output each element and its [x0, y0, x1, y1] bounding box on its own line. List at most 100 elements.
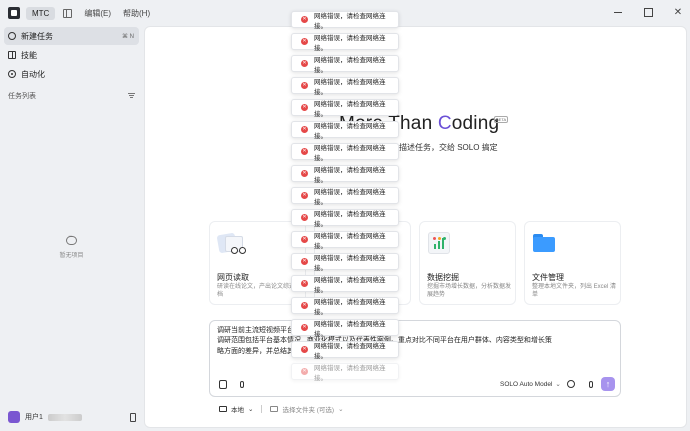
toast-message: 网络错误，请检查网络连接。 [314, 232, 386, 250]
error-icon: ✕ [301, 126, 308, 133]
error-icon: ✕ [301, 368, 308, 375]
menu-edit[interactable]: 编辑(E) [84, 8, 111, 19]
error-toast[interactable]: ✕ 网络错误，请检查网络连接。 [291, 121, 399, 140]
error-toast[interactable]: ✕ 网络错误，请检查网络连接。 [291, 11, 399, 30]
voice-icon[interactable] [237, 379, 247, 389]
user-row[interactable]: 用户1 [8, 411, 136, 423]
folder-icon [533, 234, 555, 252]
error-toast[interactable]: ✕ 网络错误，请检查网络连接。 [291, 231, 399, 250]
phone-icon[interactable] [130, 412, 136, 422]
card-desc: 整理本地文件夹，列出 Excel 清单 [532, 284, 617, 298]
minimize-button[interactable] [612, 6, 624, 18]
card-file-manage[interactable]: 文件管理 整理本地文件夹，列出 Excel 清单 [524, 221, 621, 305]
error-toast[interactable]: ✕ 网络错误，请检查网络连接。 [291, 319, 399, 338]
error-icon: ✕ [301, 324, 308, 331]
prompt-input[interactable]: 调研当前主流短视频平台的...汇报的 PPT。 调研范围包括平台基本情况...商… [217, 326, 615, 357]
chevron-down-icon: ⌄ [338, 406, 344, 413]
toast-message: 网络错误，请检查网络连接。 [314, 166, 386, 184]
task-list-header: 任务列表 [0, 91, 143, 101]
error-icon: ✕ [301, 280, 308, 287]
chevron-down-icon: ⌄ [248, 406, 254, 413]
toast-message: 网络错误，请检查网络连接。 [314, 298, 386, 316]
attach-icon[interactable] [219, 380, 227, 389]
error-toast[interactable]: ✕ 网络错误，请检查网络连接。 [291, 209, 399, 228]
toast-message: 网络错误，请检查网络连接。 [314, 276, 386, 294]
redacted-text [47, 413, 82, 421]
location-select[interactable]: 本地 [231, 404, 244, 414]
chat-mode-icon[interactable] [567, 380, 575, 388]
error-toast[interactable]: ✕ 网络错误，请检查网络连接。 [291, 33, 399, 52]
prompt-line: 调研当前主流短视频平台的...汇报的 PPT。 [217, 327, 351, 334]
model-label: SOLO Auto Model [500, 381, 553, 388]
prompt-line: 调研范围包括平台基本情况...商业化模式以及代表性案例。重点对比不同平台在用户群… [217, 336, 615, 346]
card-desc: 挖掘市场增长数据，分析数据发展趋势 [427, 284, 512, 298]
maximize-button[interactable] [642, 6, 654, 18]
error-toast[interactable]: ✕ 网络错误，请检查网络连接。 [291, 297, 399, 316]
toast-message: 网络错误，请检查网络连接。 [314, 56, 386, 74]
error-icon: ✕ [301, 104, 308, 111]
error-icon: ✕ [301, 258, 308, 265]
error-icon: ✕ [301, 16, 308, 23]
card-title: 文件管理 [532, 273, 564, 282]
close-button[interactable]: ✕ [672, 6, 684, 18]
user-name: 用户1 [25, 414, 43, 421]
error-toast[interactable]: ✕ 网络错误，请检查网络连接。 [291, 363, 399, 382]
prompt-composer[interactable]: 调研当前主流短视频平台的...汇报的 PPT。 调研范围包括平台基本情况...商… [209, 320, 621, 397]
error-icon: ✕ [301, 346, 308, 353]
error-icon: ✕ [301, 302, 308, 309]
sidebar-item-label: 技能 [21, 50, 37, 60]
app-name-button[interactable]: MTC [26, 6, 56, 20]
error-toast[interactable]: ✕ 网络错误，请检查网络连接。 [291, 253, 399, 272]
error-toast[interactable]: ✕ 网络错误，请检查网络连接。 [291, 99, 399, 118]
toast-message: 网络错误，请检查网络连接。 [314, 254, 386, 272]
error-icon: ✕ [301, 148, 308, 155]
error-toast[interactable]: ✕ 网络错误，请检查网络连接。 [291, 187, 399, 206]
toast-message: 网络错误，请检查网络连接。 [314, 34, 386, 52]
empty-label: 暂无项目 [59, 253, 84, 259]
error-toast[interactable]: ✕ 网络错误，请检查网络连接。 [291, 55, 399, 74]
task-list-label: 任务列表 [8, 93, 36, 100]
sidebar-item-automation[interactable]: 自动化 [4, 65, 139, 83]
chart-icon [428, 232, 450, 254]
toast-message: 网络错误，请检查网络连接。 [314, 364, 386, 382]
toast-message: 网络错误，请检查网络连接。 [314, 210, 386, 228]
error-icon: ✕ [301, 60, 308, 67]
error-icon: ✕ [301, 192, 308, 199]
toast-message: 网络错误，请检查网络连接。 [314, 342, 386, 360]
avatar[interactable] [8, 411, 20, 423]
send-button[interactable]: ↑ [601, 377, 615, 391]
error-toast[interactable]: ✕ 网络错误，请检查网络连接。 [291, 143, 399, 162]
sidebar-item-label: 自动化 [21, 69, 45, 79]
card-data-mining[interactable]: 数据挖掘 挖掘市场增长数据，分析数据发展趋势 [419, 221, 516, 305]
error-toast[interactable]: ✕ 网络错误，请检查网络连接。 [291, 275, 399, 294]
toast-message: 网络错误，请检查网络连接。 [314, 188, 386, 206]
beta-badge: BETA [494, 116, 509, 123]
error-toast[interactable]: ✕ 网络错误，请检查网络连接。 [291, 165, 399, 184]
error-toast[interactable]: ✕ 网络错误，请检查网络连接。 [291, 341, 399, 360]
error-icon: ✕ [301, 170, 308, 177]
card-desc: 研读在线论文，产出论文综述文档 [217, 284, 302, 298]
empty-chat-icon [66, 233, 77, 245]
folder-select[interactable]: 选择文件夹 (可选) [282, 404, 334, 414]
empty-state: 暂无项目 [0, 233, 143, 259]
microphone-icon[interactable] [586, 379, 596, 389]
filter-icon[interactable] [128, 93, 135, 99]
error-icon: ✕ [301, 38, 308, 45]
sidebar-item-skills[interactable]: 技能 [4, 46, 139, 64]
error-icon: ✕ [301, 236, 308, 243]
menu-help[interactable]: 帮助(H) [123, 8, 150, 19]
web-read-illustration-icon [216, 232, 246, 254]
sidebar-toggle-icon[interactable] [63, 8, 73, 18]
error-toast[interactable]: ✕ 网络错误，请检查网络连接。 [291, 77, 399, 96]
toast-message: 网络错误，请检查网络连接。 [314, 12, 386, 30]
error-icon: ✕ [301, 82, 308, 89]
toast-message: 网络错误，请检查网络连接。 [314, 78, 386, 96]
chat-icon [8, 32, 16, 40]
hero-title-suffix: oding [451, 113, 500, 134]
sidebar-item-new-task[interactable]: 新建任务 ⌘ N [4, 27, 139, 45]
card-title: 网页读取 [217, 273, 249, 282]
card-title: 数据挖掘 [427, 273, 459, 282]
toast-message: 网络错误，请检查网络连接。 [314, 320, 386, 338]
divider [261, 405, 263, 413]
model-select[interactable]: SOLO Auto Model ⌄ [500, 380, 561, 388]
